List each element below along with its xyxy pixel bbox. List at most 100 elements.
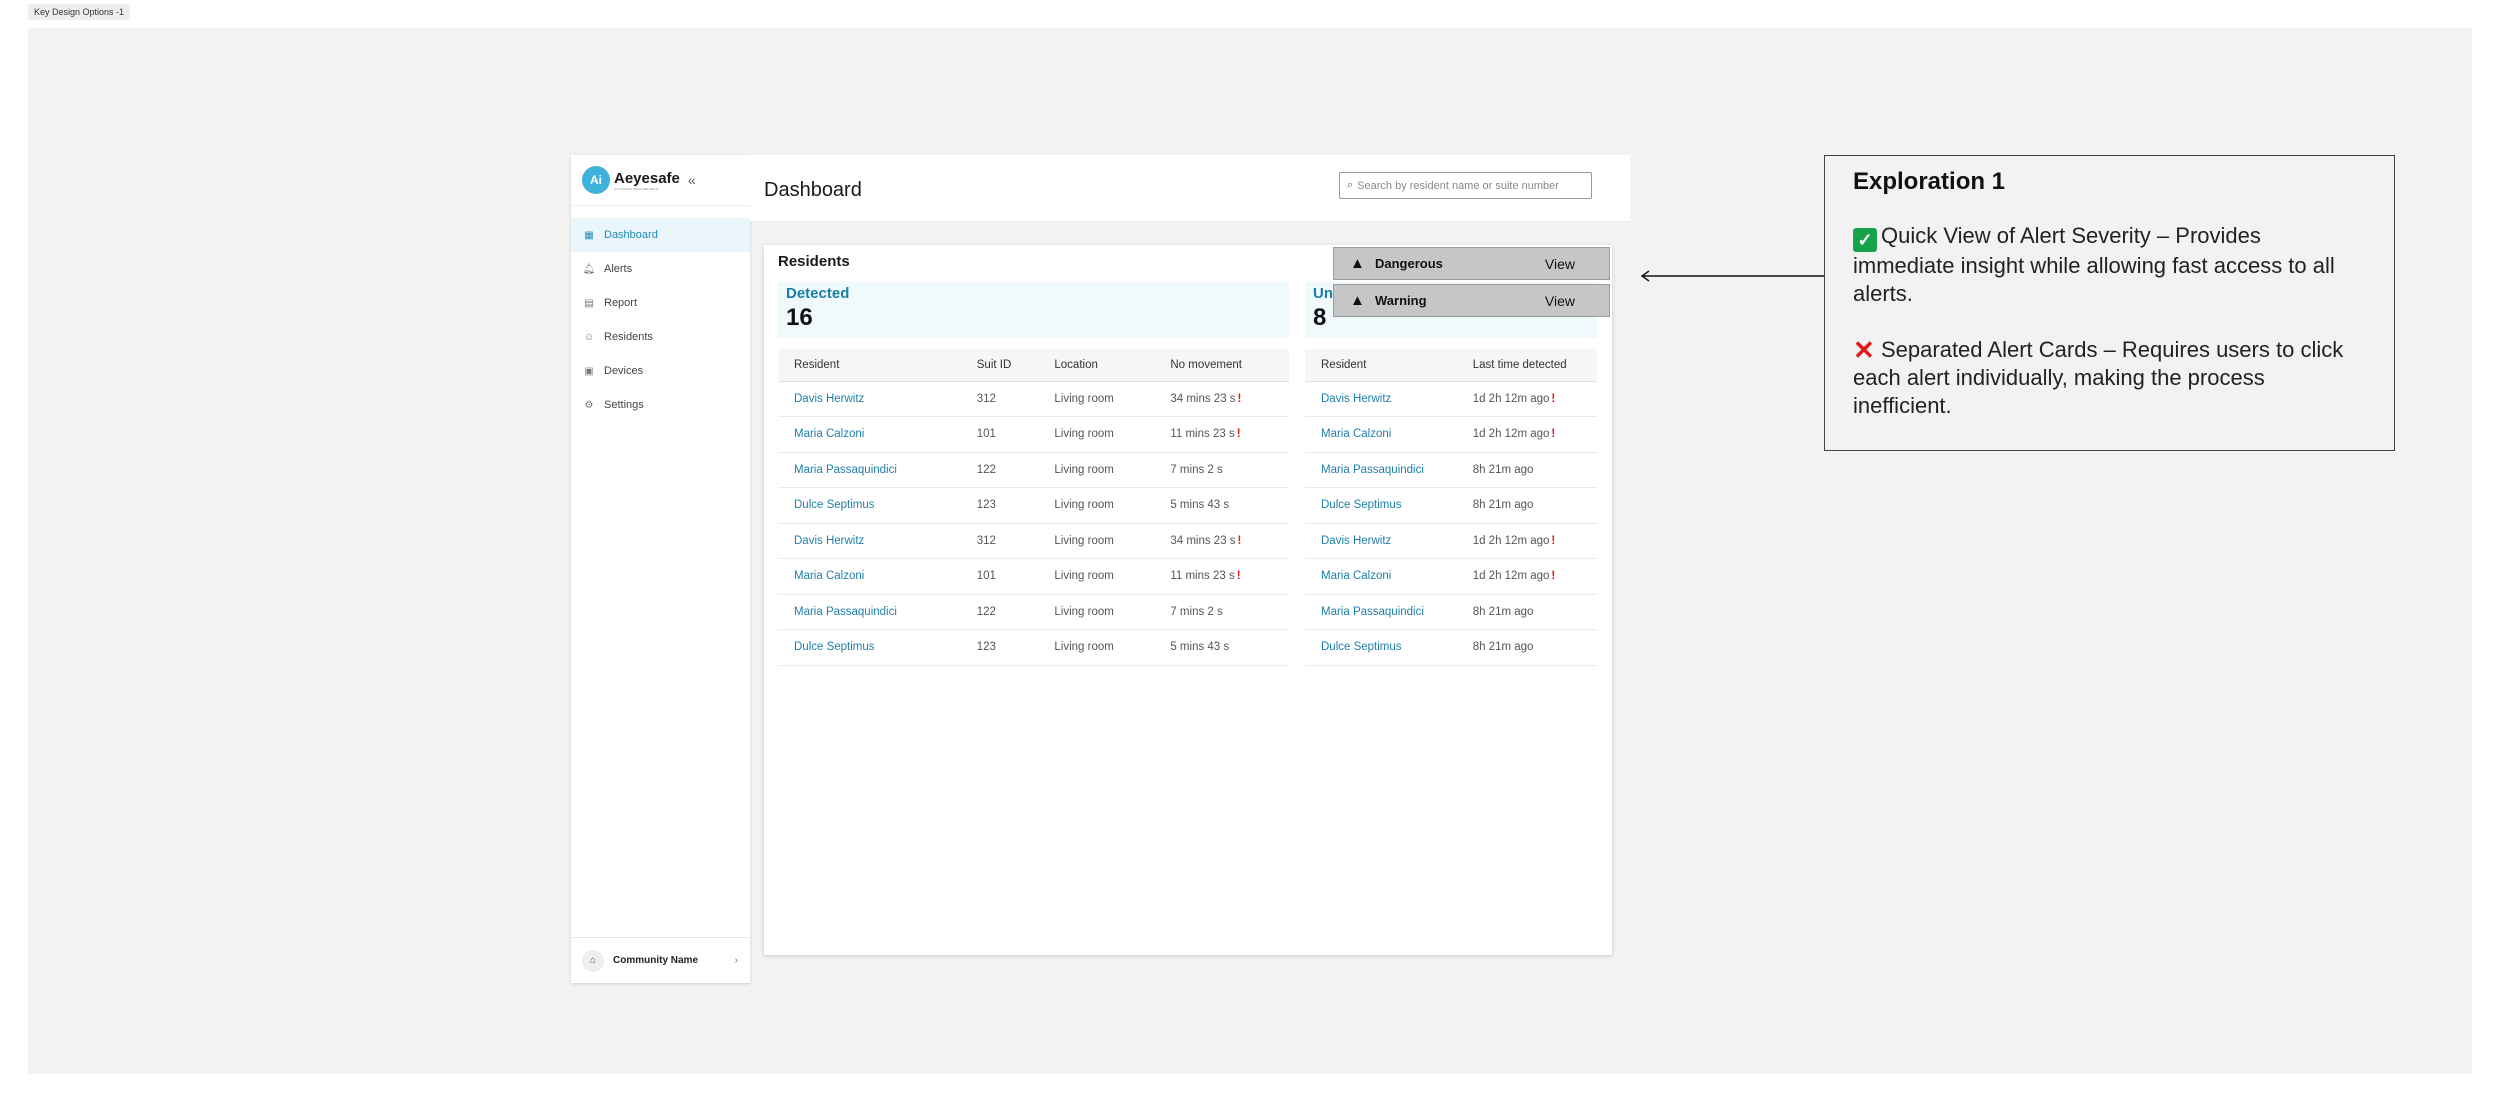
no-movement-cell: 11 mins 23 s! bbox=[1154, 416, 1289, 453]
suit-id-cell: 101 bbox=[960, 416, 1039, 453]
last-detected-cell-text: 8h 21m ago bbox=[1472, 605, 1534, 618]
suit-id-cell: 123 bbox=[960, 629, 1039, 666]
logo-icon: Ai bbox=[582, 166, 610, 194]
brand: Ai Aeyesafe ACCURATE SAFE RELIABLE « bbox=[571, 155, 750, 206]
column-header[interactable]: Resident bbox=[1305, 349, 1457, 382]
grid-icon: ▦ bbox=[584, 229, 594, 241]
annotation-arrow bbox=[1640, 270, 1828, 282]
sidebar-item-devices[interactable]: ▣ Devices bbox=[571, 354, 750, 388]
resident-name-link[interactable]: Davis Herwitz bbox=[1305, 523, 1457, 559]
table-row[interactable]: Dulce Septimus 8h 21m ago bbox=[1305, 629, 1597, 666]
suit-id-cell-text: 123 bbox=[976, 641, 996, 654]
resident-name-link[interactable]: Davis Herwitz bbox=[1305, 381, 1457, 417]
resident-name-link[interactable]: Davis Herwitz bbox=[778, 381, 961, 417]
alert-dangerous[interactable]: ▲ Dangerous View bbox=[1333, 247, 1610, 280]
location-cell: Living room bbox=[1038, 452, 1155, 488]
sidebar-item-label: Alerts bbox=[604, 263, 633, 275]
no-movement-cell: 7 mins 2 s bbox=[1154, 452, 1289, 488]
no-movement-cell: 34 mins 23 s! bbox=[1154, 523, 1289, 559]
resident-name-link[interactable]: Maria Passaquindici bbox=[778, 594, 961, 630]
alert-warning[interactable]: ▲ Warning View bbox=[1333, 284, 1610, 317]
column-header[interactable]: No movement bbox=[1154, 349, 1289, 382]
no-movement-cell-text: 5 mins 43 s bbox=[1170, 641, 1230, 654]
table-row[interactable]: Maria Calzoni 101 Living room 11 mins 23 s! bbox=[778, 416, 1289, 453]
sidebar-item-report[interactable]: ▤ Report bbox=[571, 286, 750, 320]
top-bar: Dashboard ⌕ Search by resident name or s… bbox=[750, 155, 1630, 222]
resident-name-link[interactable]: Maria Calzoni bbox=[1305, 416, 1457, 453]
residents-card: Residents Detected 16 Resident Suit ID L… bbox=[764, 245, 1612, 955]
location-cell: Living room bbox=[1038, 523, 1155, 559]
detected-label: Detected bbox=[786, 285, 850, 302]
table-row[interactable]: Maria Calzoni 1d 2h 12m ago! bbox=[1305, 558, 1597, 595]
location-cell: Living room bbox=[1038, 416, 1155, 453]
sidebar-item-settings[interactable]: ⚙ Settings bbox=[571, 388, 750, 422]
table-row[interactable]: Davis Herwitz 312 Living room 34 mins 23 s! bbox=[778, 523, 1289, 559]
table-row[interactable]: Davis Herwitz 312 Living room 34 mins 23 s! bbox=[778, 381, 1289, 417]
resident-name-link[interactable]: Dulce Septimus bbox=[778, 487, 961, 524]
resident-name-link[interactable]: Davis Herwitz bbox=[778, 523, 961, 559]
view-warning-button[interactable]: View bbox=[1545, 293, 1575, 309]
table-row[interactable]: Davis Herwitz 1d 2h 12m ago! bbox=[1305, 523, 1597, 559]
location-cell-text: Living room bbox=[1054, 534, 1114, 547]
suit-id-cell: 122 bbox=[960, 452, 1039, 488]
table-header-row: Resident Suit ID Location No movement bbox=[778, 349, 1289, 382]
note-con-text: Separated Alert Cards – Requires users t… bbox=[1853, 337, 2344, 418]
alert-exclamation-icon: ! bbox=[1236, 428, 1241, 441]
table-row[interactable]: Maria Calzoni 101 Living room 11 mins 23 s! bbox=[778, 558, 1289, 595]
resident-name-link-text: Davis Herwitz bbox=[794, 534, 865, 547]
table-row[interactable]: Maria Passaquindici 122 Living room 7 mins … bbox=[778, 452, 1289, 488]
sidebar-item-residents[interactable]: ☺ Residents bbox=[571, 320, 750, 354]
alert-exclamation-icon: ! bbox=[1237, 392, 1242, 405]
community-switcher[interactable]: ⌂ Community Name › bbox=[571, 937, 750, 983]
sidebar: Ai Aeyesafe ACCURATE SAFE RELIABLE « ▦ D… bbox=[571, 155, 750, 983]
resident-name-link[interactable]: Dulce Septimus bbox=[1305, 629, 1457, 666]
column-header[interactable]: Location bbox=[1038, 349, 1155, 382]
alert-exclamation-icon: ! bbox=[1236, 570, 1241, 583]
column-header[interactable]: Resident bbox=[778, 349, 961, 382]
no-movement-cell-text: 5 mins 43 s bbox=[1170, 499, 1230, 512]
resident-name-link[interactable]: Maria Calzoni bbox=[1305, 558, 1457, 595]
table-row[interactable]: Maria Passaquindici 122 Living room 7 mins … bbox=[778, 594, 1289, 630]
suit-id-cell: 312 bbox=[960, 523, 1039, 559]
table-row[interactable]: Maria Passaquindici 8h 21m ago bbox=[1305, 594, 1597, 630]
location-cell: Living room bbox=[1038, 487, 1155, 524]
person-icon: ☺ bbox=[583, 331, 595, 343]
last-detected-cell: 8h 21m ago bbox=[1456, 594, 1597, 630]
column-header[interactable]: Suit ID bbox=[960, 349, 1039, 382]
resident-name-link[interactable]: Maria Calzoni bbox=[778, 416, 961, 453]
sidebar-item-alerts[interactable]: 🔔︎ Alerts bbox=[571, 252, 750, 286]
sidebar-item-label: Residents bbox=[604, 331, 653, 343]
resident-name-link[interactable]: Maria Passaquindici bbox=[1305, 594, 1457, 630]
warning-icon: ▲ bbox=[1350, 255, 1365, 272]
table-row[interactable]: Dulce Septimus 8h 21m ago bbox=[1305, 487, 1597, 524]
resident-name-link[interactable]: Dulce Septimus bbox=[1305, 487, 1457, 524]
last-detected-cell: 8h 21m ago bbox=[1456, 487, 1597, 524]
column-header[interactable]: Last time detected bbox=[1456, 349, 1597, 382]
suit-id-cell: 122 bbox=[960, 594, 1039, 630]
resident-name-link[interactable]: Dulce Septimus bbox=[778, 629, 961, 666]
last-detected-cell-text: 1d 2h 12m ago bbox=[1472, 534, 1550, 547]
detected-stat[interactable]: Detected 16 bbox=[778, 282, 1289, 338]
resident-name-link[interactable]: Maria Calzoni bbox=[778, 558, 961, 595]
note-title: Exploration 1 bbox=[1853, 168, 2006, 195]
table-row[interactable]: Dulce Septimus 123 Living room 5 mins 43 s bbox=[778, 629, 1289, 666]
table-row[interactable]: Maria Passaquindici 8h 21m ago bbox=[1305, 452, 1597, 488]
view-dangerous-button[interactable]: View bbox=[1545, 256, 1575, 272]
alert-severity-popover: ▲ Dangerous View ▲ Warning View bbox=[1333, 247, 1610, 321]
location-cell: Living room bbox=[1038, 629, 1155, 666]
table-row[interactable]: Maria Calzoni 1d 2h 12m ago! bbox=[1305, 416, 1597, 453]
table-row[interactable]: Dulce Septimus 123 Living room 5 mins 43 s bbox=[778, 487, 1289, 524]
resident-name-link[interactable]: Maria Passaquindici bbox=[1305, 452, 1457, 488]
search-icon: ⌕ bbox=[1347, 179, 1354, 191]
last-detected-cell: 1d 2h 12m ago! bbox=[1456, 416, 1597, 453]
sidebar-item-dashboard[interactable]: ▦ Dashboard bbox=[571, 218, 750, 252]
check-mark-icon: ✓ bbox=[1853, 228, 1877, 252]
table-row[interactable]: Davis Herwitz 1d 2h 12m ago! bbox=[1305, 381, 1597, 417]
search-box[interactable]: ⌕ Search by resident name or suite numbe… bbox=[1339, 172, 1592, 199]
no-movement-cell-text: 11 mins 23 s bbox=[1170, 570, 1235, 583]
search-input[interactable]: Search by resident name or suite number bbox=[1357, 180, 1559, 192]
collapse-sidebar-icon[interactable]: « bbox=[688, 172, 696, 188]
resident-name-link[interactable]: Maria Passaquindici bbox=[778, 452, 961, 488]
resident-name-link-text: Dulce Septimus bbox=[1321, 499, 1402, 512]
last-detected-cell: 1d 2h 12m ago! bbox=[1456, 381, 1597, 417]
